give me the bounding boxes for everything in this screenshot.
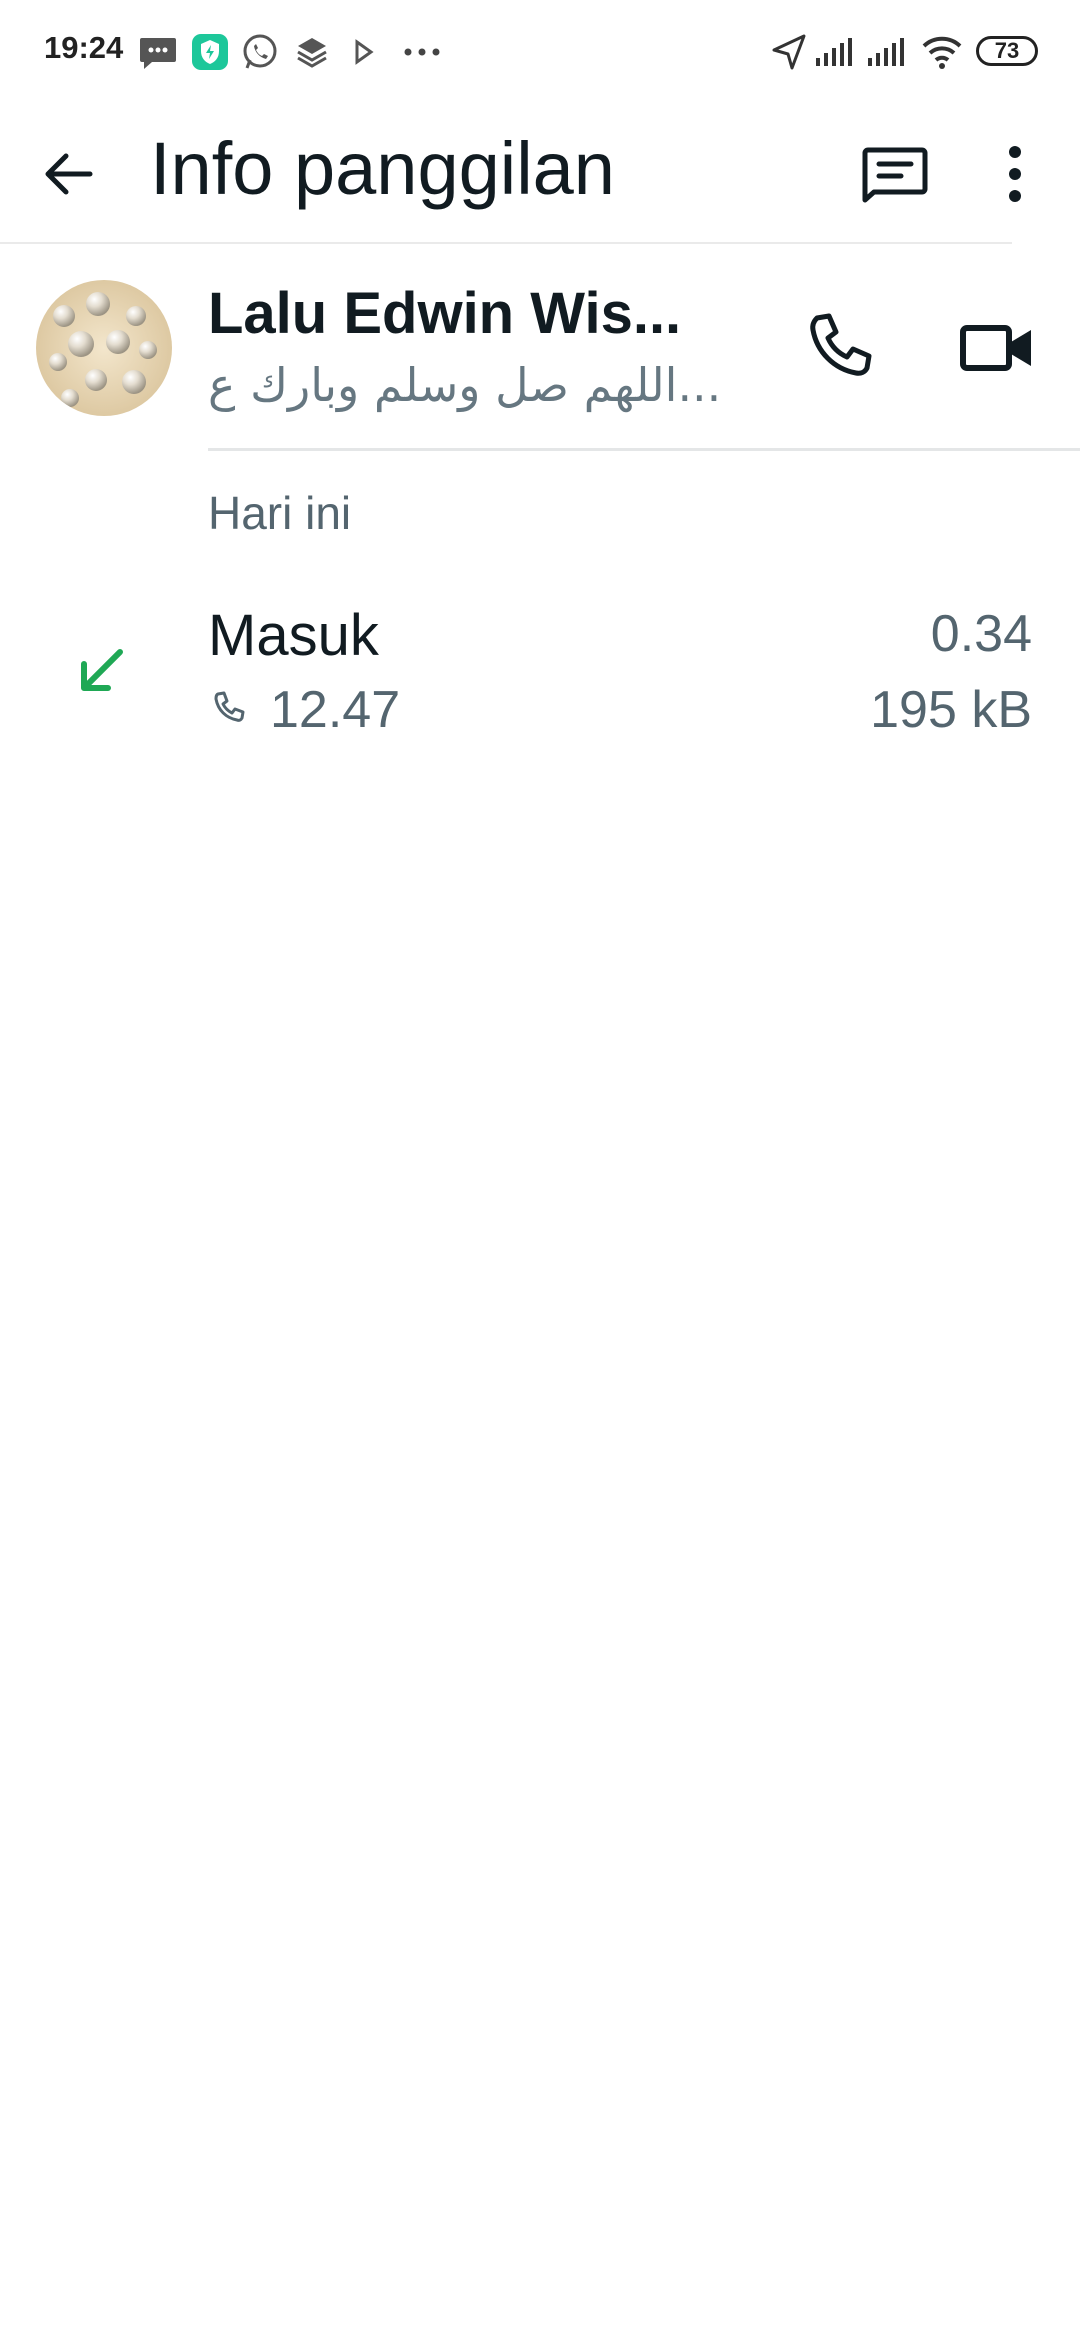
contact-row[interactable]: Lalu Edwin Wis... اللهم صل وسلم وبارك ع.… <box>0 244 1080 450</box>
arrow-left-icon <box>30 153 110 218</box>
voice-call-button[interactable] <box>795 304 883 392</box>
message-icon <box>855 147 935 218</box>
phone-icon <box>208 688 250 730</box>
back-button[interactable] <box>30 134 110 214</box>
layers-icon <box>292 32 332 72</box>
app-bar: Info panggilan <box>0 104 1080 244</box>
message-notification-icon <box>138 32 178 72</box>
call-duration: 0.34 <box>930 605 1032 663</box>
play-icon <box>344 32 384 72</box>
contact-divider <box>208 448 1080 451</box>
phone-icon <box>795 313 883 396</box>
location-arrow-icon <box>768 32 808 72</box>
signal-icon <box>814 32 858 72</box>
signal-icon <box>866 32 910 72</box>
status-time: 19:24 <box>44 30 124 65</box>
shield-app-icon <box>190 32 230 72</box>
incoming-arrow-icon <box>72 640 132 700</box>
status-bar: 19:24 73 <box>0 0 1080 104</box>
video-call-button[interactable] <box>955 304 1043 392</box>
call-data-size: 195 kB <box>870 681 1032 739</box>
more-options-button[interactable] <box>975 134 1055 214</box>
whatsapp-icon <box>240 32 280 72</box>
more-vertical-icon <box>975 146 1055 218</box>
call-type: Masuk <box>208 603 379 668</box>
video-icon <box>955 325 1043 396</box>
message-button[interactable] <box>855 134 935 214</box>
more-dots-icon <box>400 32 440 72</box>
section-label: Hari ini <box>208 487 352 539</box>
battery-icon: 73 <box>976 36 1038 66</box>
page-title: Info panggilan <box>150 127 615 210</box>
contact-status: اللهم صل وسلم وبارك ع... <box>208 358 722 412</box>
wifi-icon <box>920 32 964 72</box>
call-time: 12.47 <box>270 681 401 739</box>
contact-name: Lalu Edwin Wis... <box>208 281 682 346</box>
call-log-item: Masuk 12.47 0.34 195 kB <box>0 580 1080 760</box>
avatar[interactable] <box>36 280 172 416</box>
